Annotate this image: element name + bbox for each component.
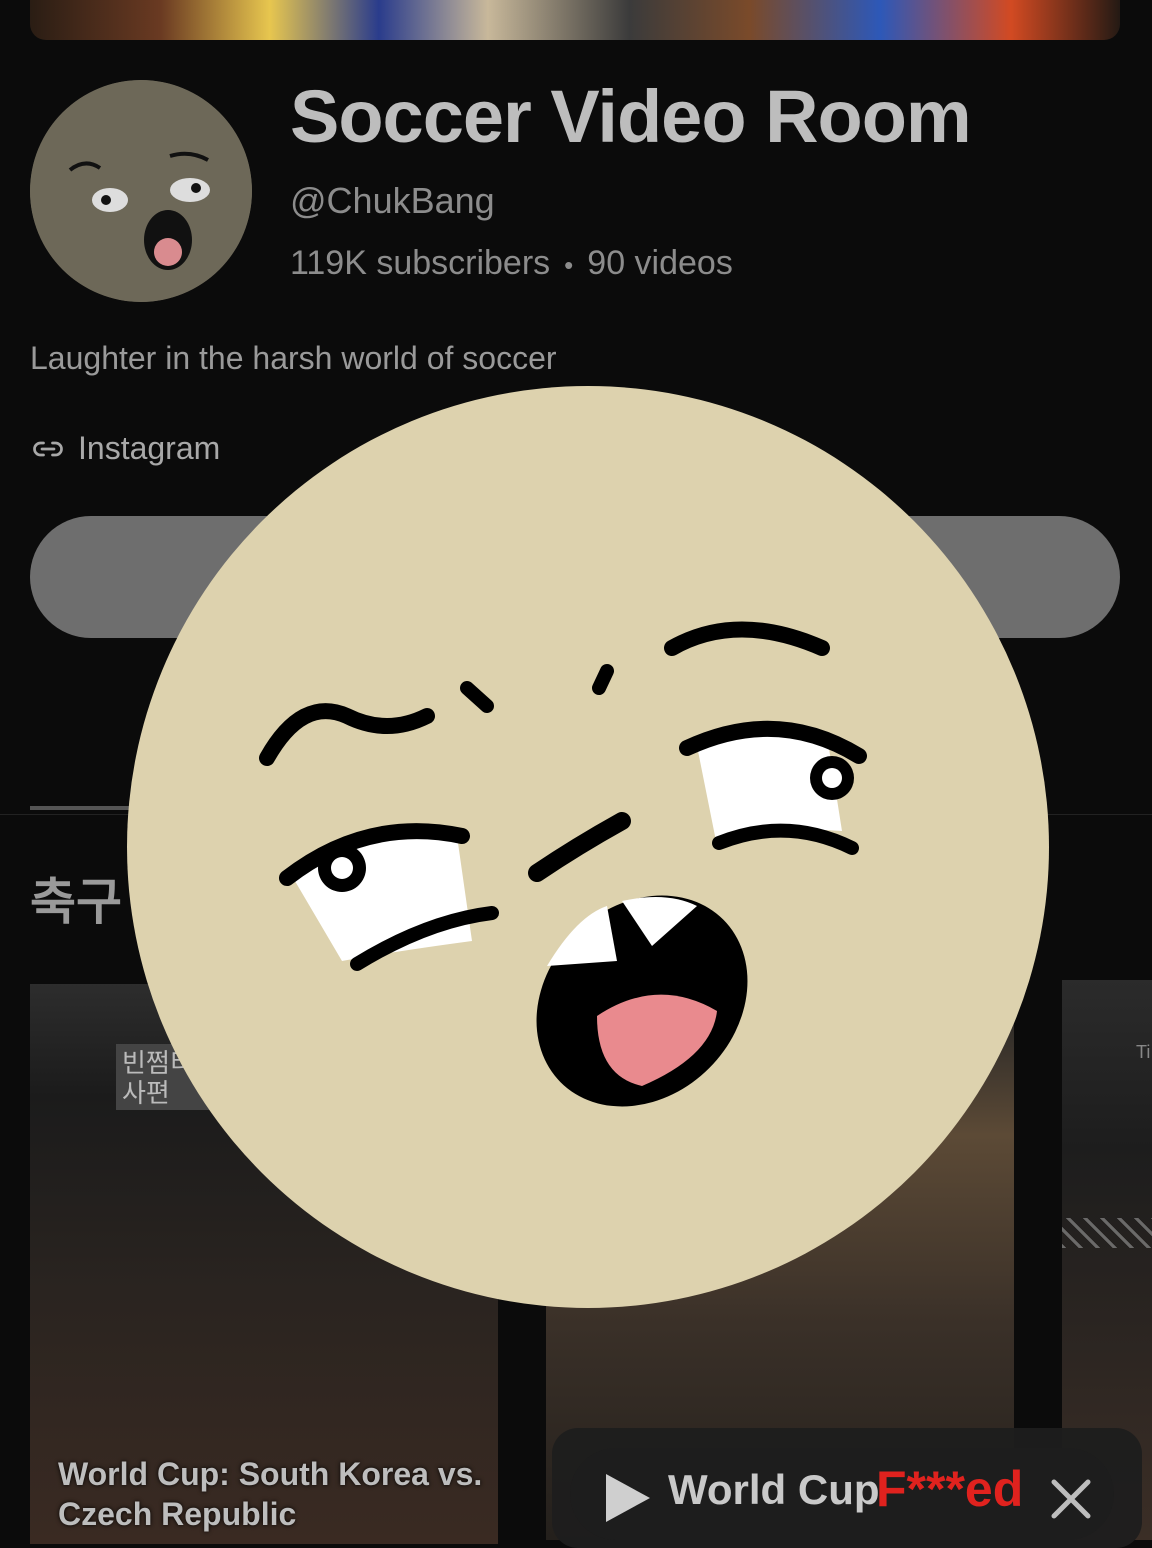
thumbnail-caption: World Cup: South Korea vs. Czech Republi… [58, 1454, 482, 1534]
avatar-face-icon [30, 80, 252, 302]
play-icon[interactable] [602, 1470, 654, 1526]
caption-line: World Cup: South Korea vs. [58, 1456, 483, 1492]
overlay-red-text: F***ed [876, 1461, 1024, 1517]
cartoon-face-icon [259, 621, 867, 1107]
channel-avatar-enlarged [127, 386, 1049, 1308]
link-label: Instagram [78, 430, 221, 466]
close-icon[interactable] [1048, 1476, 1094, 1522]
caption-line: Czech Republic [58, 1496, 297, 1532]
instagram-link[interactable]: Instagram [30, 430, 220, 467]
channel-avatar[interactable] [30, 80, 252, 302]
channel-title: Soccer Video Room [290, 75, 972, 158]
thumbnail-partial-text: Ti [1136, 1042, 1151, 1062]
channel-stats: 119K subscribers • 90 videos [290, 244, 733, 283]
video-count: 90 videos [587, 244, 733, 282]
channel-banner [30, 0, 1120, 40]
overlay-text: World Cup [668, 1466, 880, 1513]
stats-separator: • [564, 249, 574, 280]
subscriber-count: 119K subscribers [290, 244, 551, 282]
channel-handle: @ChukBang [290, 180, 495, 221]
link-icon [33, 441, 63, 456]
stadium-truss [1062, 1218, 1152, 1248]
channel-description[interactable]: Laughter in the harsh world of soccer [30, 340, 557, 377]
section-heading: 축구 [30, 874, 122, 930]
